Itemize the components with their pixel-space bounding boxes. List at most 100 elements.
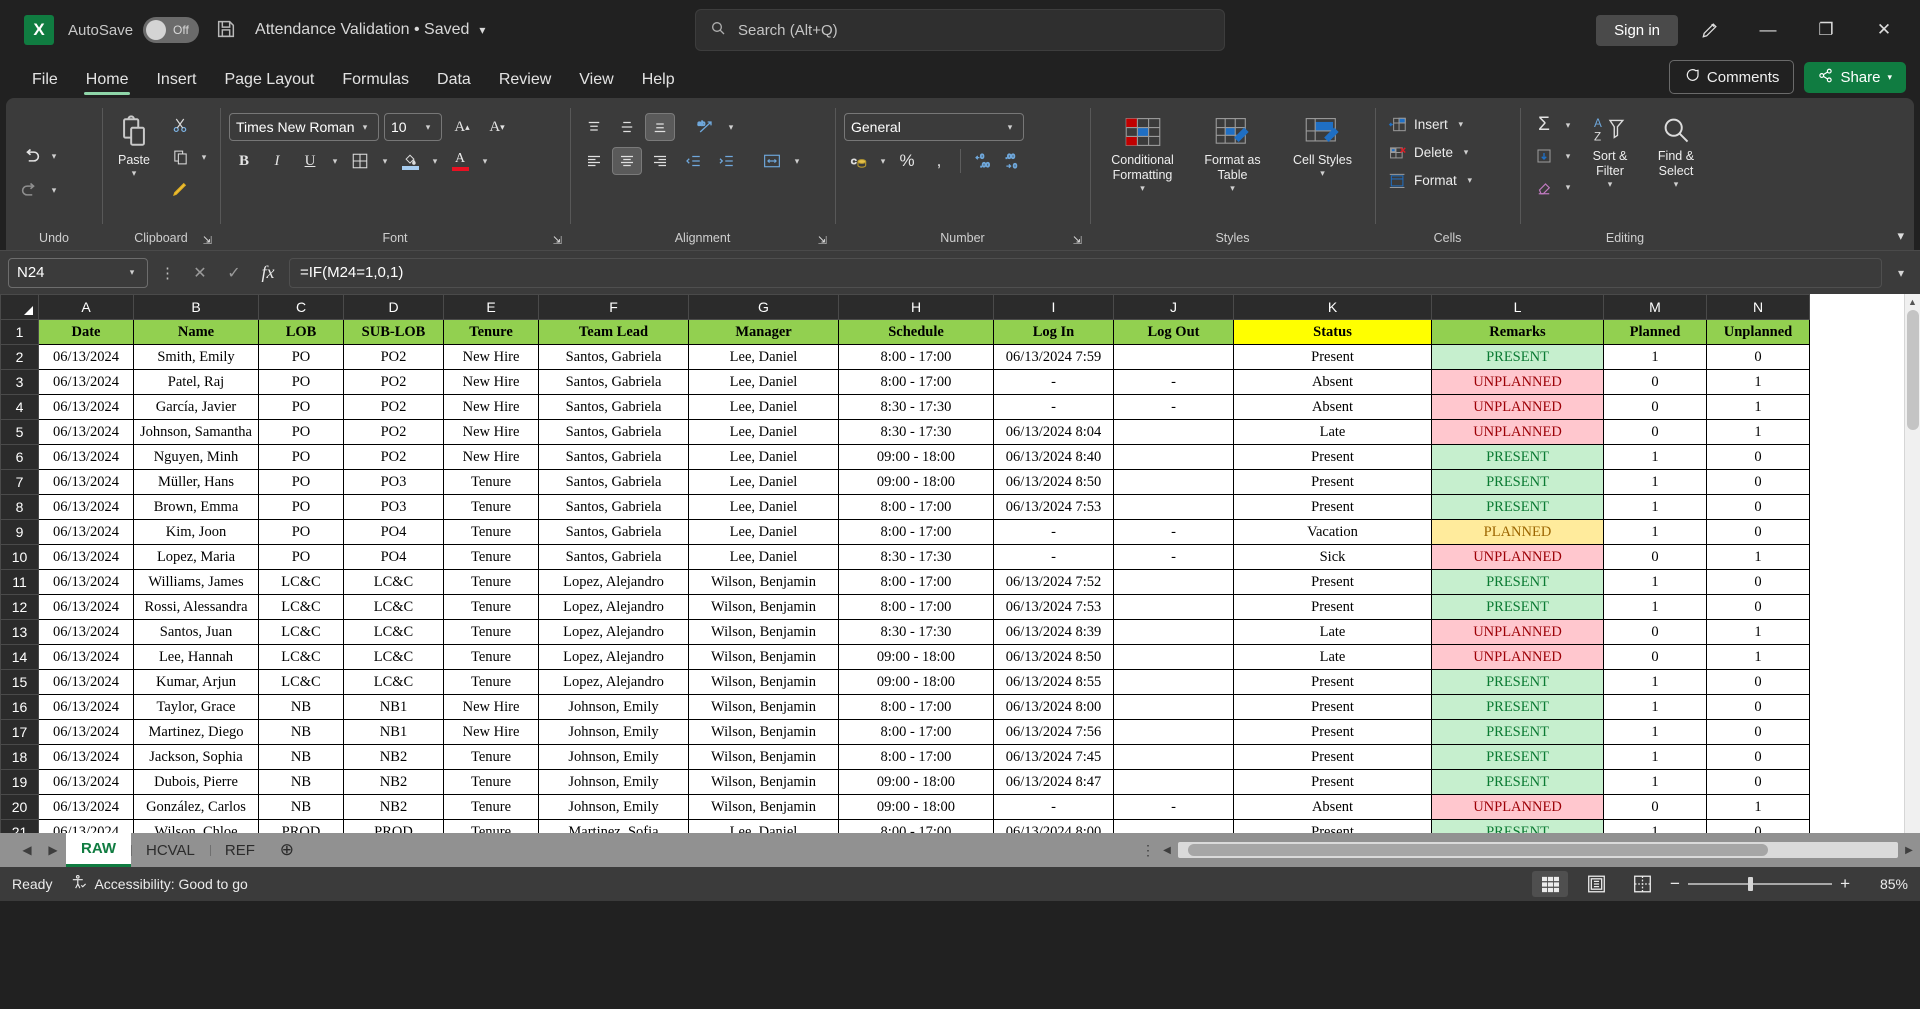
table-row[interactable]: 206/13/2024Smith, EmilyPOPO2New HireSant… <box>1 345 1810 370</box>
row-header-1[interactable]: 1 <box>1 320 39 345</box>
cell-planned[interactable]: 1 <box>1604 595 1707 620</box>
cell-planned[interactable]: 1 <box>1604 345 1707 370</box>
cell-sub-lob[interactable]: NB2 <box>344 745 444 770</box>
column-header-d[interactable]: D <box>344 295 444 320</box>
cell-team-lead[interactable]: Santos, Gabriela <box>539 420 689 445</box>
cell-unplanned[interactable]: 1 <box>1707 395 1810 420</box>
cell-status[interactable]: Present <box>1234 445 1432 470</box>
cell-team-lead[interactable]: Santos, Gabriela <box>539 470 689 495</box>
cell-lob[interactable]: PO <box>259 545 344 570</box>
cell-planned[interactable]: 1 <box>1604 820 1707 834</box>
autosum-icon[interactable]: Σ <box>1529 111 1559 139</box>
cell-schedule[interactable]: 8:00 - 17:00 <box>839 720 994 745</box>
cell-schedule[interactable]: 8:30 - 17:30 <box>839 620 994 645</box>
cell-manager[interactable]: Lee, Daniel <box>689 520 839 545</box>
column-header-e[interactable]: E <box>444 295 539 320</box>
find-select-button[interactable]: Find & Select ▾ <box>1645 111 1707 190</box>
column-header-b[interactable]: B <box>134 295 259 320</box>
header-unplanned[interactable]: Unplanned <box>1707 320 1810 345</box>
merge-center-icon[interactable] <box>757 147 787 175</box>
cell-status[interactable]: Present <box>1234 495 1432 520</box>
ribbon-tab-formulas[interactable]: Formulas <box>328 65 423 98</box>
cell-log-out[interactable] <box>1114 745 1234 770</box>
cell-lob[interactable]: PO <box>259 345 344 370</box>
cell-remarks[interactable]: PRESENT <box>1432 745 1604 770</box>
clear-row[interactable]: ▾ <box>1529 173 1575 201</box>
autosum-row[interactable]: Σ ▾ <box>1529 111 1575 139</box>
align-top-icon[interactable] <box>579 113 609 141</box>
cell-planned[interactable]: 1 <box>1604 570 1707 595</box>
cell-tenure[interactable]: New Hire <box>444 420 539 445</box>
cell-status[interactable]: Late <box>1234 645 1432 670</box>
header-team-lead[interactable]: Team Lead <box>539 320 689 345</box>
cell-schedule[interactable]: 09:00 - 18:00 <box>839 470 994 495</box>
cell-sub-lob[interactable]: LC&C <box>344 570 444 595</box>
table-row[interactable]: 706/13/2024Müller, HansPOPO3TenureSantos… <box>1 470 1810 495</box>
font-color-icon[interactable]: A <box>445 147 475 175</box>
cell-log-out[interactable] <box>1114 595 1234 620</box>
accounting-dropdown-icon[interactable]: ▾ <box>876 156 890 167</box>
cell-tenure[interactable]: Tenure <box>444 620 539 645</box>
scroll-up-icon[interactable]: ▲ <box>1905 294 1920 310</box>
cell-name[interactable]: Jackson, Sophia <box>134 745 259 770</box>
cell-team-lead[interactable]: Lopez, Alejandro <box>539 620 689 645</box>
cell-log-in[interactable]: 06/13/2024 8:47 <box>994 770 1114 795</box>
fill-row[interactable]: ▾ <box>1529 142 1575 170</box>
maximize-button[interactable]: ❐ <box>1800 9 1852 51</box>
cell-unplanned[interactable]: 1 <box>1707 370 1810 395</box>
italic-button[interactable]: I <box>262 147 292 175</box>
cell-sub-lob[interactable]: NB2 <box>344 770 444 795</box>
align-right-icon[interactable] <box>645 147 675 175</box>
cell-planned[interactable]: 0 <box>1604 620 1707 645</box>
cell-schedule[interactable]: 8:00 - 17:00 <box>839 595 994 620</box>
cell-remarks[interactable]: PRESENT <box>1432 495 1604 520</box>
cell-log-in[interactable]: - <box>994 395 1114 420</box>
cell-manager[interactable]: Wilson, Benjamin <box>689 745 839 770</box>
cell-team-lead[interactable]: Johnson, Emily <box>539 695 689 720</box>
insert-cells-row[interactable]: Insert ▾ <box>1384 113 1468 136</box>
cell-planned[interactable]: 1 <box>1604 495 1707 520</box>
cut-icon[interactable] <box>165 111 195 139</box>
expand-formula-bar-icon[interactable]: ▾ <box>1890 266 1912 280</box>
cell-sub-lob[interactable]: PO2 <box>344 420 444 445</box>
cell-manager[interactable]: Lee, Daniel <box>689 470 839 495</box>
cell-remarks[interactable]: PRESENT <box>1432 820 1604 834</box>
cell-manager[interactable]: Lee, Daniel <box>689 545 839 570</box>
cell-log-in[interactable]: 06/13/2024 7:53 <box>994 595 1114 620</box>
cell-team-lead[interactable]: Santos, Gabriela <box>539 520 689 545</box>
cell-lob[interactable]: PO <box>259 520 344 545</box>
cell-tenure[interactable]: Tenure <box>444 745 539 770</box>
cell-tenure[interactable]: Tenure <box>444 770 539 795</box>
zoom-slider[interactable]: − + <box>1670 874 1850 894</box>
cell-date[interactable]: 06/13/2024 <box>39 545 134 570</box>
sheet-tab-raw[interactable]: RAW <box>66 833 131 867</box>
cell-unplanned[interactable]: 0 <box>1707 445 1810 470</box>
cell-date[interactable]: 06/13/2024 <box>39 670 134 695</box>
cell-date[interactable]: 06/13/2024 <box>39 795 134 820</box>
cell-name[interactable]: Smith, Emily <box>134 345 259 370</box>
cell-team-lead[interactable]: Lopez, Alejandro <box>539 670 689 695</box>
table-row[interactable]: 506/13/2024Johnson, SamanthaPOPO2New Hir… <box>1 420 1810 445</box>
conditional-formatting-button[interactable]: Conditional Formatting ▾ <box>1101 111 1185 194</box>
font-size-input[interactable]: 10 ▾ <box>384 113 442 141</box>
cell-remarks[interactable]: PRESENT <box>1432 720 1604 745</box>
cell-sub-lob[interactable]: NB1 <box>344 695 444 720</box>
row-header-10[interactable]: 10 <box>1 545 39 570</box>
zoom-slider-knob[interactable] <box>1748 877 1753 891</box>
format-as-table-dropdown-icon[interactable]: ▾ <box>1226 183 1240 194</box>
table-row[interactable]: 1006/13/2024Lopez, MariaPOPO4TenureSanto… <box>1 545 1810 570</box>
cell-remarks[interactable]: UNPLANNED <box>1432 545 1604 570</box>
cell-unplanned[interactable]: 0 <box>1707 670 1810 695</box>
orientation-dropdown-icon[interactable]: ▾ <box>724 122 738 133</box>
table-row[interactable]: 1906/13/2024Dubois, PierreNBNB2TenureJoh… <box>1 770 1810 795</box>
format-cells-button[interactable]: Format <box>1384 169 1461 192</box>
cell-tenure[interactable]: New Hire <box>444 345 539 370</box>
table-row[interactable]: 1206/13/2024Rossi, AlessandraLC&CLC&CTen… <box>1 595 1810 620</box>
orientation-icon[interactable]: ab <box>691 113 721 141</box>
cell-log-in[interactable]: 06/13/2024 8:39 <box>994 620 1114 645</box>
accounting-format-icon[interactable]: C <box>844 147 874 175</box>
row-header-15[interactable]: 15 <box>1 670 39 695</box>
cell-planned[interactable]: 1 <box>1604 695 1707 720</box>
row-header-16[interactable]: 16 <box>1 695 39 720</box>
cell-log-out[interactable] <box>1114 470 1234 495</box>
